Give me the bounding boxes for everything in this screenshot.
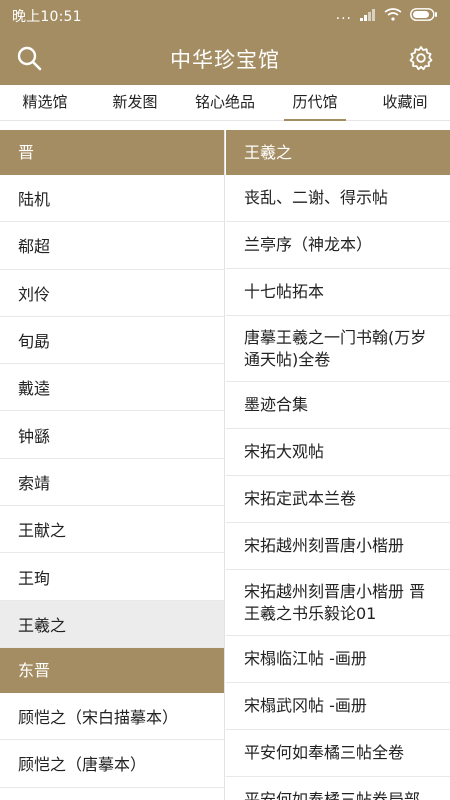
work-item[interactable]: 宋拓定武本兰卷 xyxy=(226,476,450,523)
work-item[interactable]: 平安何如奉橘三帖全卷 xyxy=(226,730,450,777)
artist-item[interactable]: 顾恺之（唐摹本） xyxy=(0,740,224,788)
work-item[interactable]: 宋拓越州刻晋唐小楷册 xyxy=(226,523,450,570)
artist-header: 王羲之 xyxy=(226,130,450,175)
app-title: 中华珍宝馆 xyxy=(170,48,280,72)
work-item[interactable]: 宋榻武冈帖 -画册 xyxy=(226,683,450,730)
artist-item[interactable]: 刘伶 xyxy=(0,270,224,317)
tab-shoucangjian[interactable]: 收藏间 xyxy=(360,85,450,120)
tab-lidaiguan[interactable]: 历代馆 xyxy=(270,85,360,121)
tab-jingxuanguan[interactable]: 精选馆 xyxy=(0,85,90,120)
artist-item[interactable]: 顾恺之（宋白描摹本） xyxy=(0,693,224,741)
dynasty-header: 晋 xyxy=(0,130,224,175)
signal-icon xyxy=(360,6,376,25)
settings-button[interactable] xyxy=(404,41,438,75)
artist-item[interactable]: 索靖 xyxy=(0,459,224,507)
works-list[interactable]: 王羲之 丧乱、二谢、得示帖 兰亭序（神龙本） 十七帖拓本 唐摹王羲之一门书翰(万… xyxy=(226,130,450,800)
work-item[interactable]: 平安何如奉橘三帖卷局部 xyxy=(226,777,450,800)
artist-item[interactable]: 王献之 xyxy=(0,506,224,554)
tab-mingxinjuepin[interactable]: 铭心绝品 xyxy=(180,85,270,120)
artist-item[interactable]: 王珣 xyxy=(0,553,224,601)
status-dots: ... xyxy=(335,7,352,23)
work-item[interactable]: 十七帖拓本 xyxy=(226,269,450,316)
status-bar: 晚上10:51 ... xyxy=(0,0,450,30)
tab-xinfatu[interactable]: 新发图 xyxy=(90,85,180,120)
work-item[interactable]: 丧乱、二谢、得示帖 xyxy=(226,175,450,222)
work-item[interactable]: 唐摹王羲之一门书翰(万岁通天帖)全卷 xyxy=(226,316,450,382)
work-item[interactable]: 宋拓大观帖 xyxy=(226,429,450,476)
gear-icon xyxy=(409,46,433,71)
work-item[interactable]: 宋拓越州刻晋唐小楷册 晋王羲之书乐毅论01 xyxy=(226,570,450,636)
artist-item-selected[interactable]: 王羲之 xyxy=(0,600,224,648)
app-bar: 中华珍宝馆 xyxy=(0,30,450,85)
artist-item[interactable]: 旬勗 xyxy=(0,317,224,365)
tab-bar: 精选馆 新发图 铭心绝品 历代馆 收藏间 xyxy=(0,85,450,121)
wifi-icon xyxy=(384,6,402,25)
artist-item[interactable]: 戴逵 xyxy=(0,364,224,412)
artist-item[interactable]: 郗超 xyxy=(0,222,224,270)
status-icons: ... xyxy=(336,6,438,24)
battery-icon xyxy=(410,6,438,25)
dynasty-header: 东晋 xyxy=(0,647,224,693)
artist-item[interactable]: 钟繇 xyxy=(0,411,224,459)
work-item[interactable]: 兰亭序（神龙本） xyxy=(226,222,450,269)
work-item[interactable]: 墨迹合集 xyxy=(226,382,450,429)
artist-list[interactable]: 晋 陆机 郗超 刘伶 旬勗 戴逵 钟繇 索靖 王献之 王珣 王羲之 东晋 顾恺之… xyxy=(0,130,225,800)
work-item[interactable]: 宋榻临江帖 -画册 xyxy=(226,636,450,683)
tab-spacer xyxy=(0,121,450,130)
status-time: 晚上10:51 xyxy=(12,9,82,25)
artist-item[interactable]: 陆机 xyxy=(0,175,224,223)
